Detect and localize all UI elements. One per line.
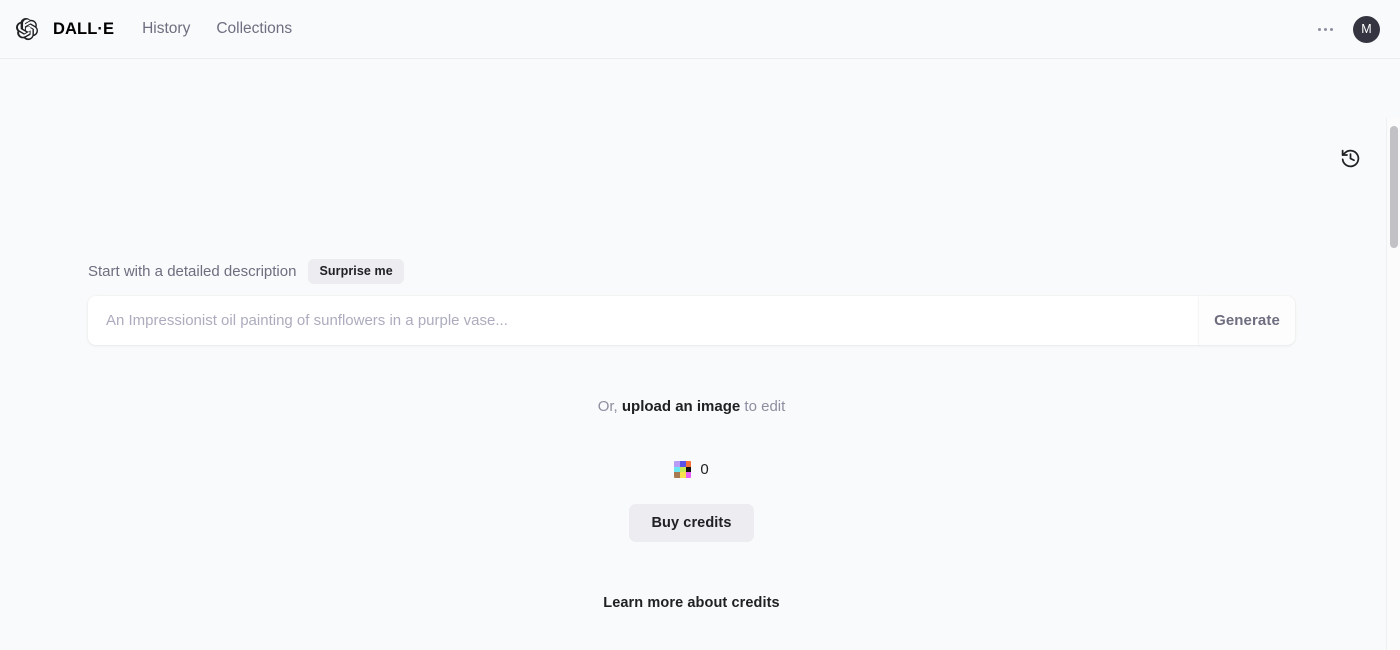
prompt-input[interactable] [88, 296, 1199, 345]
brand-group: DALL·E [14, 16, 142, 42]
upload-an-image-link[interactable]: upload an image [622, 398, 740, 415]
surprise-me-button[interactable]: Surprise me [308, 259, 404, 284]
upload-image-line: Or, upload an image to edit [598, 398, 786, 415]
prompt-row: Generate [88, 296, 1295, 345]
nav-link-history[interactable]: History [142, 20, 190, 38]
scrollbar-thumb[interactable] [1390, 126, 1398, 248]
upload-suffix: to edit [744, 398, 786, 415]
prompt-label-row: Start with a detailed description Surpri… [88, 59, 1295, 284]
more-options-icon[interactable] [1312, 16, 1338, 42]
vertical-scrollbar[interactable] [1386, 118, 1400, 650]
credits-row: 0 [674, 461, 709, 478]
nav-link-collections[interactable]: Collections [216, 20, 292, 38]
app-header: DALL·E History Collections M [0, 0, 1400, 59]
header-nav: History Collections [142, 20, 292, 38]
brand-title: DALL·E [53, 19, 115, 38]
main-content: Start with a detailed description Surpri… [0, 59, 1400, 650]
prompt-label: Start with a detailed description [88, 263, 297, 280]
generation-panel: Start with a detailed description Surpri… [0, 59, 1386, 611]
credits-count: 0 [700, 461, 709, 478]
below-prompt-stack: Or, upload an image to edit 0 Buy credit… [88, 345, 1295, 611]
learn-more-about-credits-link[interactable]: Learn more about credits [603, 595, 779, 611]
credit-grid-icon [674, 461, 692, 478]
buy-credits-button[interactable]: Buy credits [629, 504, 754, 542]
generate-button[interactable]: Generate [1199, 296, 1295, 345]
header-actions: M [1312, 15, 1380, 43]
upload-prefix: Or, [597, 398, 618, 415]
avatar[interactable]: M [1353, 15, 1380, 43]
openai-logo-icon [14, 16, 40, 42]
